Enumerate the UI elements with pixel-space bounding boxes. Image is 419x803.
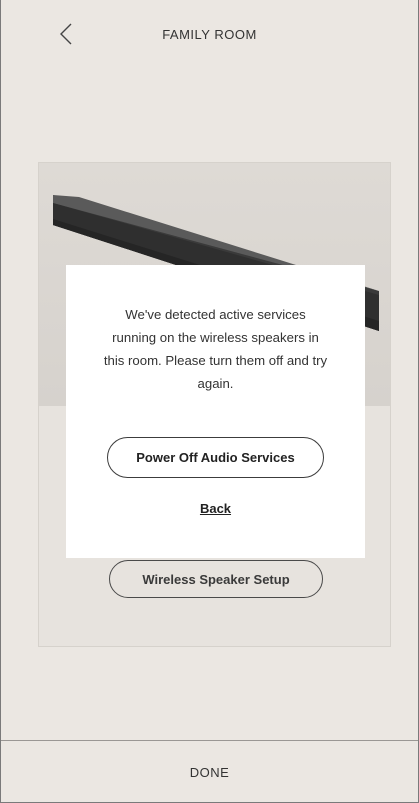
header: FAMILY ROOM xyxy=(1,0,418,70)
alert-dialog: We've detected active services running o… xyxy=(66,265,365,558)
done-button[interactable]: DONE xyxy=(1,741,418,802)
back-link[interactable]: Back xyxy=(66,501,365,516)
app-screen: FAMILY ROOM Wireless Speaker Setup We've… xyxy=(0,0,419,803)
alert-message: We've detected active services running o… xyxy=(103,307,328,391)
power-off-audio-services-button[interactable]: Power Off Audio Services xyxy=(107,437,324,478)
wireless-speaker-setup-button[interactable]: Wireless Speaker Setup xyxy=(109,560,323,598)
page-title: FAMILY ROOM xyxy=(162,27,257,42)
